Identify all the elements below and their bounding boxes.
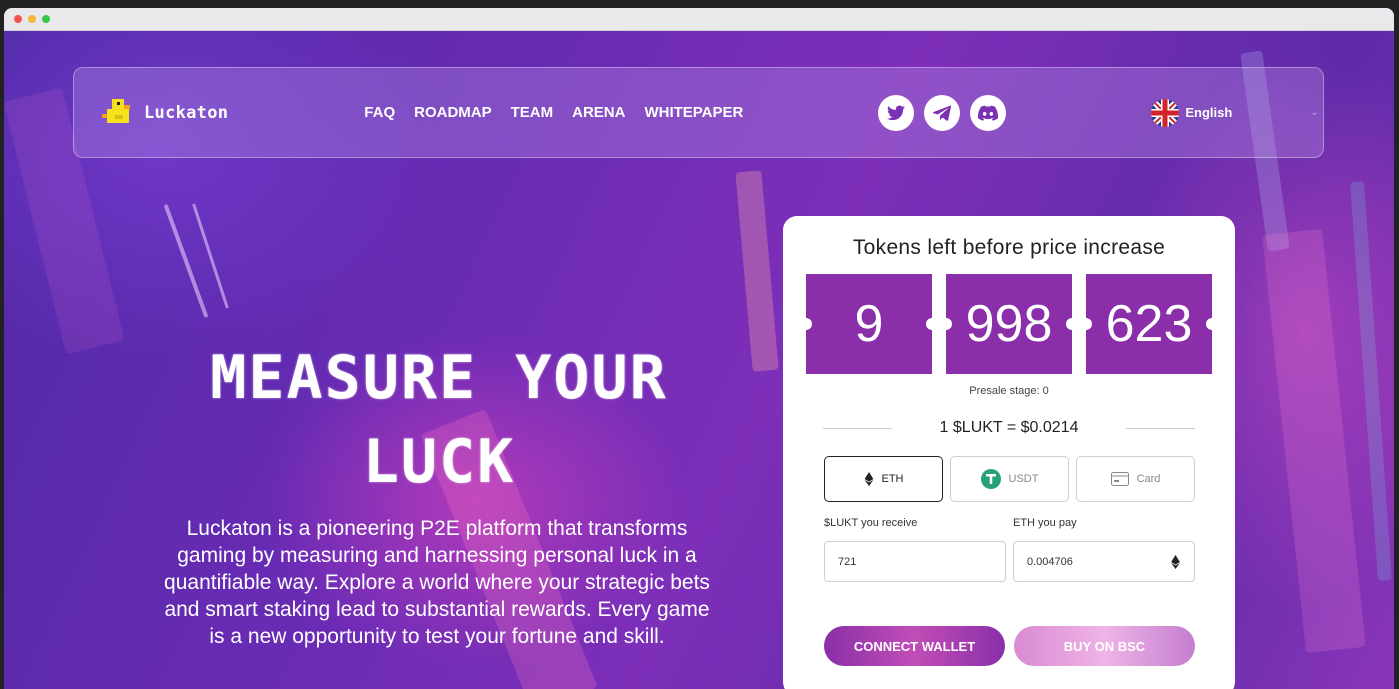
- ticket-notch: [926, 318, 938, 330]
- buy-on-bsc-button[interactable]: BUY ON BSC: [1014, 626, 1195, 666]
- price-row: 1 $LUKT = $0.0214: [823, 419, 1196, 437]
- counter-tile: 623: [1080, 274, 1218, 374]
- ticket-notch: [1066, 318, 1078, 330]
- pay-label: ETH you pay: [1013, 517, 1077, 529]
- counter-value: 623: [1105, 295, 1193, 353]
- logo[interactable]: Luckaton: [100, 97, 228, 129]
- discord-link[interactable]: [970, 94, 1007, 131]
- ticket-notch: [1080, 318, 1092, 330]
- usdt-icon: [980, 469, 1001, 489]
- presale-stage: Presale stage: 0: [969, 385, 1049, 397]
- language-label: English: [1185, 105, 1233, 120]
- maximize-window-button[interactable]: [42, 15, 50, 23]
- pay-amount-value: 0.004706: [1027, 555, 1073, 568]
- nav-link-team[interactable]: TEAM: [511, 104, 554, 121]
- counter-value: 998: [965, 295, 1053, 353]
- minimize-window-button[interactable]: [28, 15, 36, 23]
- presale-title: Tokens left before price increase: [852, 236, 1166, 259]
- hero-title-line2: LUCK: [362, 427, 516, 497]
- ticket-notch: [800, 318, 812, 330]
- telegram-icon: [933, 104, 952, 121]
- chevron-down-icon: ⌄: [1310, 107, 1319, 118]
- duck-logo-icon: [102, 98, 130, 123]
- hero-title: MEASURE YOUR LUCK: [139, 336, 739, 504]
- nav-link-faq[interactable]: FAQ: [364, 104, 395, 121]
- nav-link-arena[interactable]: ARENA: [572, 104, 625, 121]
- ticket-notch: [940, 318, 952, 330]
- eth-icon: [864, 472, 873, 486]
- receive-label: $LUKT you receive: [824, 517, 918, 529]
- page-viewport: Luckaton FAQ ROADMAP TEAM ARENA WHITEPAP…: [4, 31, 1394, 689]
- pay-tab-label: ETH: [881, 473, 904, 485]
- discord-icon: [978, 105, 999, 121]
- token-counter: 9 998 623: [800, 274, 1218, 374]
- top-navbar: Luckaton FAQ ROADMAP TEAM ARENA WHITEPAP…: [73, 67, 1324, 158]
- connect-wallet-button[interactable]: CONNECT WALLET: [824, 626, 1005, 666]
- pay-tab-label: Card: [1136, 473, 1161, 485]
- logo-text: Luckaton: [144, 102, 229, 123]
- twitter-link[interactable]: [878, 94, 915, 131]
- payment-method-tabs: ETH USDT Card: [824, 456, 1195, 502]
- receive-amount-input[interactable]: 721: [824, 541, 1006, 582]
- twitter-icon: [887, 105, 906, 120]
- presale-card: Tokens left before price increase 9 998 …: [783, 216, 1235, 689]
- pay-tab-usdt[interactable]: USDT: [950, 456, 1069, 502]
- eth-icon: [1171, 554, 1180, 569]
- browser-window: Luckaton FAQ ROADMAP TEAM ARENA WHITEPAP…: [4, 8, 1394, 689]
- close-window-button[interactable]: [14, 15, 22, 23]
- counter-value: 9: [854, 295, 884, 353]
- light-streak: [1350, 180, 1392, 582]
- hero-title-line1: MEASURE YOUR: [210, 343, 668, 413]
- card-icon: [1110, 472, 1129, 486]
- light-streak: [163, 203, 209, 319]
- window-titlebar: [4, 8, 1394, 31]
- light-streak: [1262, 229, 1366, 653]
- nav-link-whitepaper[interactable]: WHITEPAPER: [644, 104, 743, 121]
- pay-tab-label: USDT: [1008, 473, 1039, 485]
- ticket-notch: [1206, 318, 1218, 330]
- divider: [823, 427, 892, 429]
- pay-tab-eth[interactable]: ETH: [824, 456, 943, 502]
- hero-description: Luckaton is a pioneering P2E platform th…: [164, 517, 710, 648]
- receive-amount-value: 721: [838, 555, 857, 568]
- counter-tile: 998: [940, 274, 1078, 374]
- pay-amount-input[interactable]: 0.004706: [1013, 541, 1195, 582]
- telegram-link[interactable]: [924, 94, 961, 131]
- nav-links: FAQ ROADMAP TEAM ARENA WHITEPAPER: [364, 104, 743, 121]
- nav-link-roadmap[interactable]: ROADMAP: [414, 104, 492, 121]
- uk-flag-icon: [1151, 98, 1180, 127]
- pay-tab-card[interactable]: Card: [1076, 456, 1195, 502]
- light-streak: [735, 170, 779, 372]
- token-price: 1 $LUKT = $0.0214: [939, 419, 1079, 436]
- language-selector[interactable]: English ⌄: [1151, 98, 1319, 127]
- counter-tile: 9: [800, 274, 938, 374]
- divider: [1126, 427, 1196, 429]
- social-links: [878, 94, 1007, 131]
